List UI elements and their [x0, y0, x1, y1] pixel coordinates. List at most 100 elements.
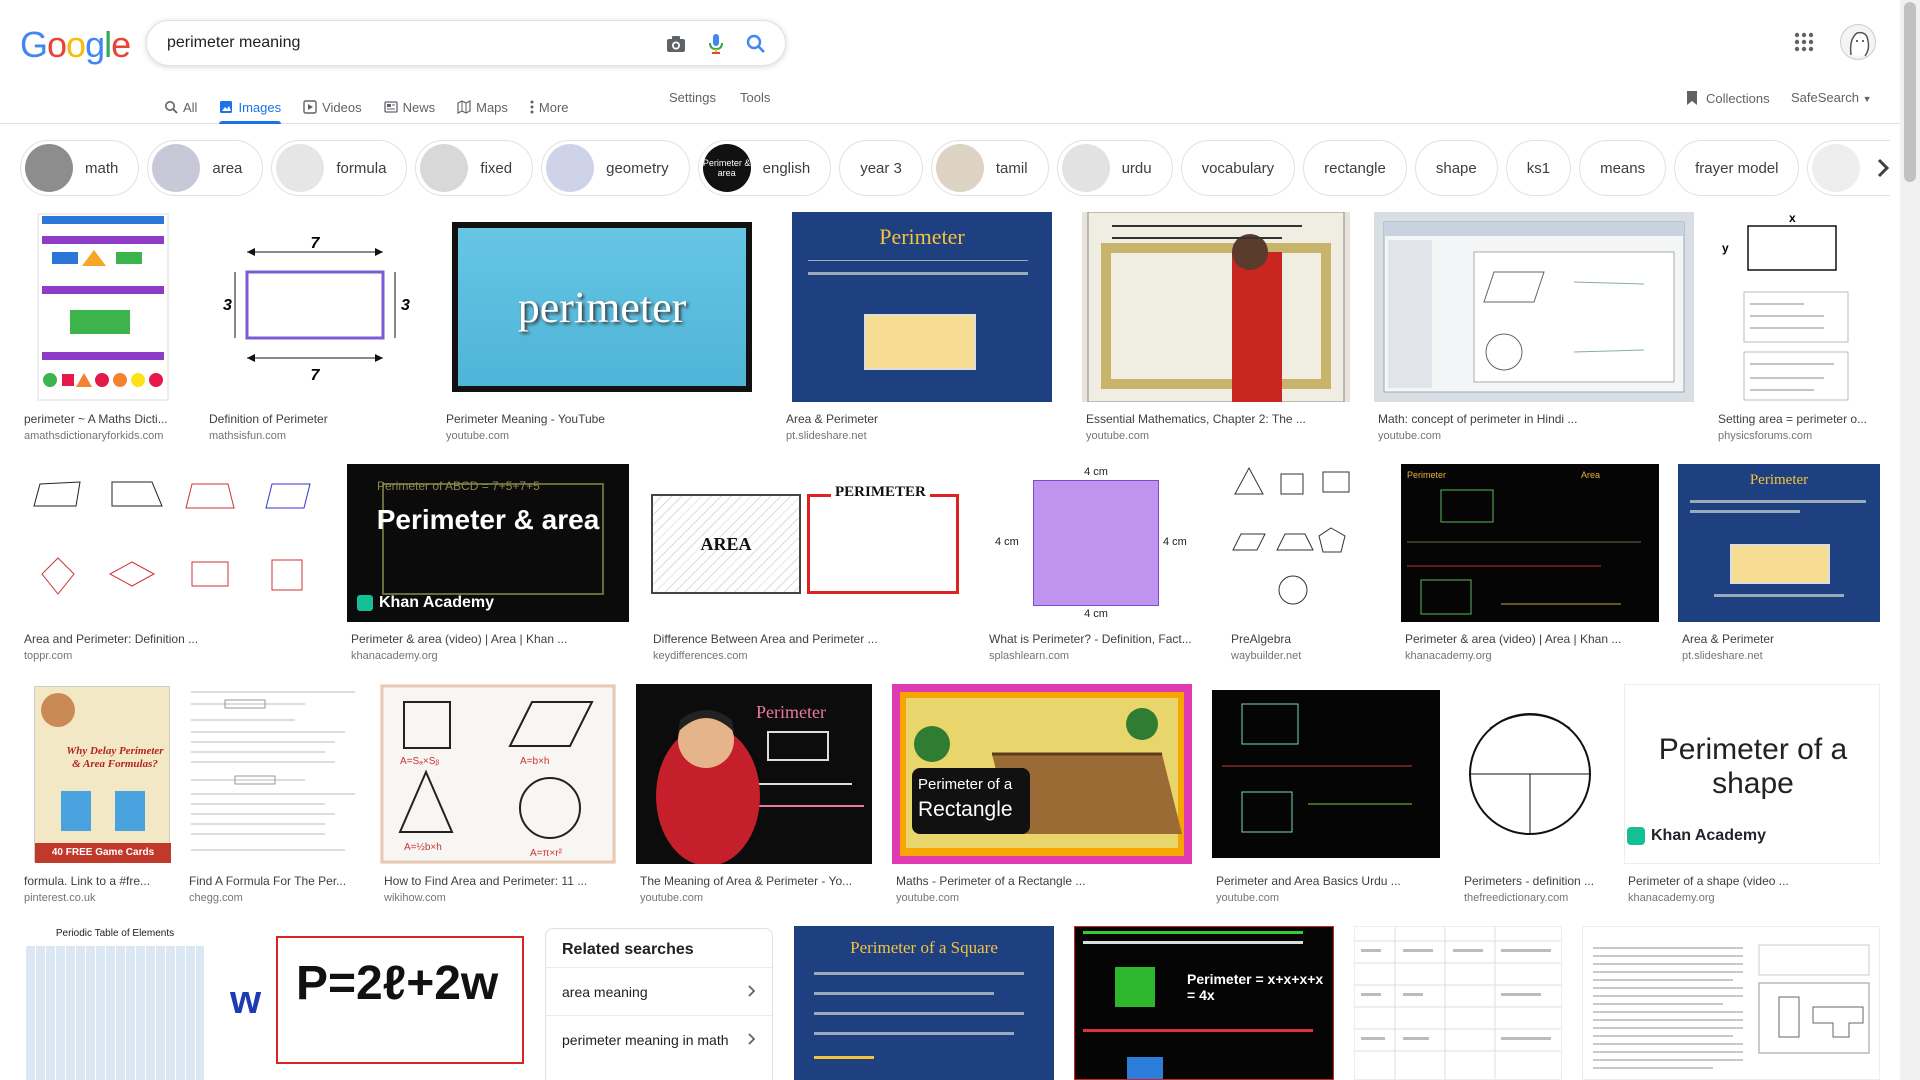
result-domain: pt.slideshare.net: [1682, 650, 1763, 662]
result-title[interactable]: PreAlgebra: [1231, 632, 1357, 646]
thumbnail-caption: Periodic Table of Elements: [55, 928, 175, 939]
thumbnail-caption: Perimeter of a: [918, 776, 1013, 793]
result-domain: khanacademy.org: [1405, 650, 1492, 662]
result-domain: chegg.com: [189, 892, 243, 904]
image-result[interactable]: Perimeter of a shape Khan Academy Perime…: [1624, 684, 1880, 906]
result-title[interactable]: formula. Link to a #fre...: [24, 874, 184, 888]
result-thumbnail: [1227, 464, 1357, 622]
result-title[interactable]: perimeter ~ A Maths Dicti...: [24, 412, 186, 426]
result-title[interactable]: Perimeter Meaning - YouTube: [446, 412, 762, 426]
image-result[interactable]: Essential Mathematics, Chapter 2: The ..…: [1082, 212, 1350, 444]
image-result[interactable]: Perimeters - definition ... thefreedicti…: [1460, 684, 1604, 906]
result-title[interactable]: Find A Formula For The Per...: [189, 874, 361, 888]
svg-text:A=Sₐ×Sᵦ: A=Sₐ×Sᵦ: [400, 756, 439, 767]
result-thumbnail: Periodic Table of Elements: [20, 926, 210, 1080]
result-title[interactable]: Difference Between Area and Perimeter ..…: [653, 632, 965, 646]
image-result[interactable]: Perimeter = x+x+x+x = 4x: [1074, 926, 1334, 1080]
image-result[interactable]: Perimeter Area & Perimeter pt.slideshare…: [782, 212, 1052, 444]
image-result[interactable]: Why Delay Perimeter & Area Formulas? 40 …: [20, 684, 184, 906]
dimension-label: 4 cm: [1084, 466, 1108, 478]
result-title[interactable]: Maths - Perimeter of a Rectangle ...: [896, 874, 1192, 888]
image-result[interactable]: Find A Formula For The Per... chegg.com: [185, 684, 361, 906]
svg-text:A=π×r²: A=π×r²: [530, 848, 563, 859]
svg-text:A=½b×h: A=½b×h: [404, 842, 442, 853]
image-result[interactable]: [1354, 926, 1562, 1080]
svg-text:3: 3: [401, 297, 410, 314]
image-result[interactable]: PreAlgebra waybuilder.net: [1227, 464, 1357, 664]
image-result[interactable]: Perimeter of a Rectangle Maths - Perimet…: [892, 684, 1192, 906]
result-domain: toppr.com: [24, 650, 73, 662]
result-title[interactable]: Perimeter and Area Basics Urdu ...: [1216, 874, 1440, 888]
image-result[interactable]: Perimeter Area Perimeter & area (video) …: [1401, 464, 1659, 664]
result-domain: keydifferences.com: [653, 650, 748, 662]
result-title[interactable]: Area & Perimeter: [786, 412, 1052, 426]
result-thumbnail: [185, 684, 361, 864]
result-title[interactable]: Setting area = perimeter o...: [1718, 412, 1880, 426]
result-thumbnail: AREA PERIMETER: [649, 464, 965, 622]
result-title[interactable]: Area and Perimeter: Definition ...: [24, 632, 326, 646]
result-domain: youtube.com: [896, 892, 959, 904]
result-domain: khanacademy.org: [1628, 892, 1715, 904]
result-domain: waybuilder.net: [1231, 650, 1302, 662]
result-thumbnail: [1082, 212, 1350, 402]
related-search-item[interactable]: perimeter meaning in math: [546, 1015, 772, 1063]
dimension-label: 4 cm: [1163, 536, 1187, 548]
result-thumbnail: Perimeter = x+x+x+x = 4x: [1074, 926, 1334, 1080]
image-result[interactable]: 4 cm 4 cm 4 cm 4 cm What is Perimeter? -…: [985, 464, 1207, 664]
image-result[interactable]: Perimeter The Meaning of Area & Perimete…: [636, 684, 872, 906]
image-result[interactable]: perimeter Perimeter Meaning - YouTube yo…: [442, 212, 762, 444]
svg-text:A=b×h: A=b×h: [520, 756, 549, 767]
image-result[interactable]: Perimeter Area & Perimeter pt.slideshare…: [1678, 464, 1880, 664]
result-thumbnail: [1460, 684, 1604, 864]
image-result[interactable]: AREA PERIMETER Difference Between Area a…: [649, 464, 965, 664]
result-title[interactable]: Math: concept of perimeter in Hindi ...: [1378, 412, 1694, 426]
result-domain: thefreedictionary.com: [1464, 892, 1569, 904]
result-title[interactable]: Perimeter & area (video) | Area | Khan .…: [1405, 632, 1659, 646]
image-result[interactable]: Perimeter of a Square: [794, 926, 1054, 1080]
result-title[interactable]: Perimeters - definition ...: [1464, 874, 1604, 888]
result-thumbnail: 4 cm 4 cm 4 cm 4 cm: [985, 464, 1207, 622]
scrollbar-thumb[interactable]: [1904, 2, 1916, 182]
image-result[interactable]: [1582, 926, 1880, 1080]
thumbnail-caption: 40 FREE Game Cards: [35, 843, 171, 863]
svg-text:7: 7: [311, 367, 321, 384]
result-thumbnail: 7 7 3 3: [205, 212, 423, 402]
result-title[interactable]: Definition of Perimeter: [209, 412, 423, 426]
image-result[interactable]: Math: concept of perimeter in Hindi ... …: [1374, 212, 1694, 444]
image-result[interactable]: Area and Perimeter: Definition ... toppr…: [20, 464, 326, 664]
result-title[interactable]: Perimeter & area (video) | Area | Khan .…: [351, 632, 629, 646]
image-result[interactable]: w P=2ℓ+2w: [230, 926, 526, 1080]
result-title[interactable]: The Meaning of Area & Perimeter - Yo...: [640, 874, 872, 888]
image-result[interactable]: 7 7 3 3 Definition of Perimeter mathsisf…: [205, 212, 423, 444]
result-thumbnail: Perimeter of a Square: [794, 926, 1054, 1080]
thumbnail-caption: Perimeter of a shape: [1658, 733, 1848, 800]
result-title[interactable]: Essential Mathematics, Chapter 2: The ..…: [1086, 412, 1350, 426]
image-result[interactable]: Periodic Table of Elements: [20, 926, 210, 1080]
result-title[interactable]: Area & Perimeter: [1682, 632, 1880, 646]
result-thumbnail: Perimeter of a Rectangle: [892, 684, 1192, 864]
thumbnail-caption: Perimeter: [879, 224, 965, 249]
image-result[interactable]: perimeter ~ A Maths Dicti... amathsdicti…: [20, 212, 186, 444]
result-thumbnail: [1582, 926, 1880, 1080]
result-thumbnail: Perimeter: [782, 212, 1052, 402]
thumbnail-caption: AREA: [700, 533, 752, 554]
result-domain: youtube.com: [1216, 892, 1279, 904]
image-result[interactable]: x y Setting area = perimeter o... physic…: [1714, 212, 1880, 444]
result-title[interactable]: What is Perimeter? - Definition, Fact...: [989, 632, 1207, 646]
svg-text:Area: Area: [1581, 470, 1600, 480]
image-result[interactable]: A=Sₐ×Sᵦ A=b×h A=½b×h A=π×r² How to Find …: [380, 684, 616, 906]
chevron-right-icon: [748, 1032, 756, 1048]
image-result[interactable]: Perimeter of ABCD = 7+5+7+5 Perimeter & …: [347, 464, 629, 664]
image-result[interactable]: Perimeter and Area Basics Urdu ... youtu…: [1212, 684, 1440, 906]
result-title[interactable]: How to Find Area and Perimeter: 11 ...: [384, 874, 616, 888]
image-results-grid: perimeter ~ A Maths Dicti... amathsdicti…: [0, 0, 1900, 1080]
page-scrollbar[interactable]: [1900, 0, 1920, 1080]
related-search-item[interactable]: area meaning: [546, 967, 772, 1015]
result-domain: youtube.com: [1086, 430, 1149, 442]
result-thumbnail: w P=2ℓ+2w: [230, 926, 526, 1080]
result-thumbnail: perimeter: [442, 212, 762, 402]
result-domain: youtube.com: [446, 430, 509, 442]
result-domain: youtube.com: [1378, 430, 1441, 442]
result-title[interactable]: Perimeter of a shape (video ...: [1628, 874, 1880, 888]
result-domain: wikihow.com: [384, 892, 446, 904]
